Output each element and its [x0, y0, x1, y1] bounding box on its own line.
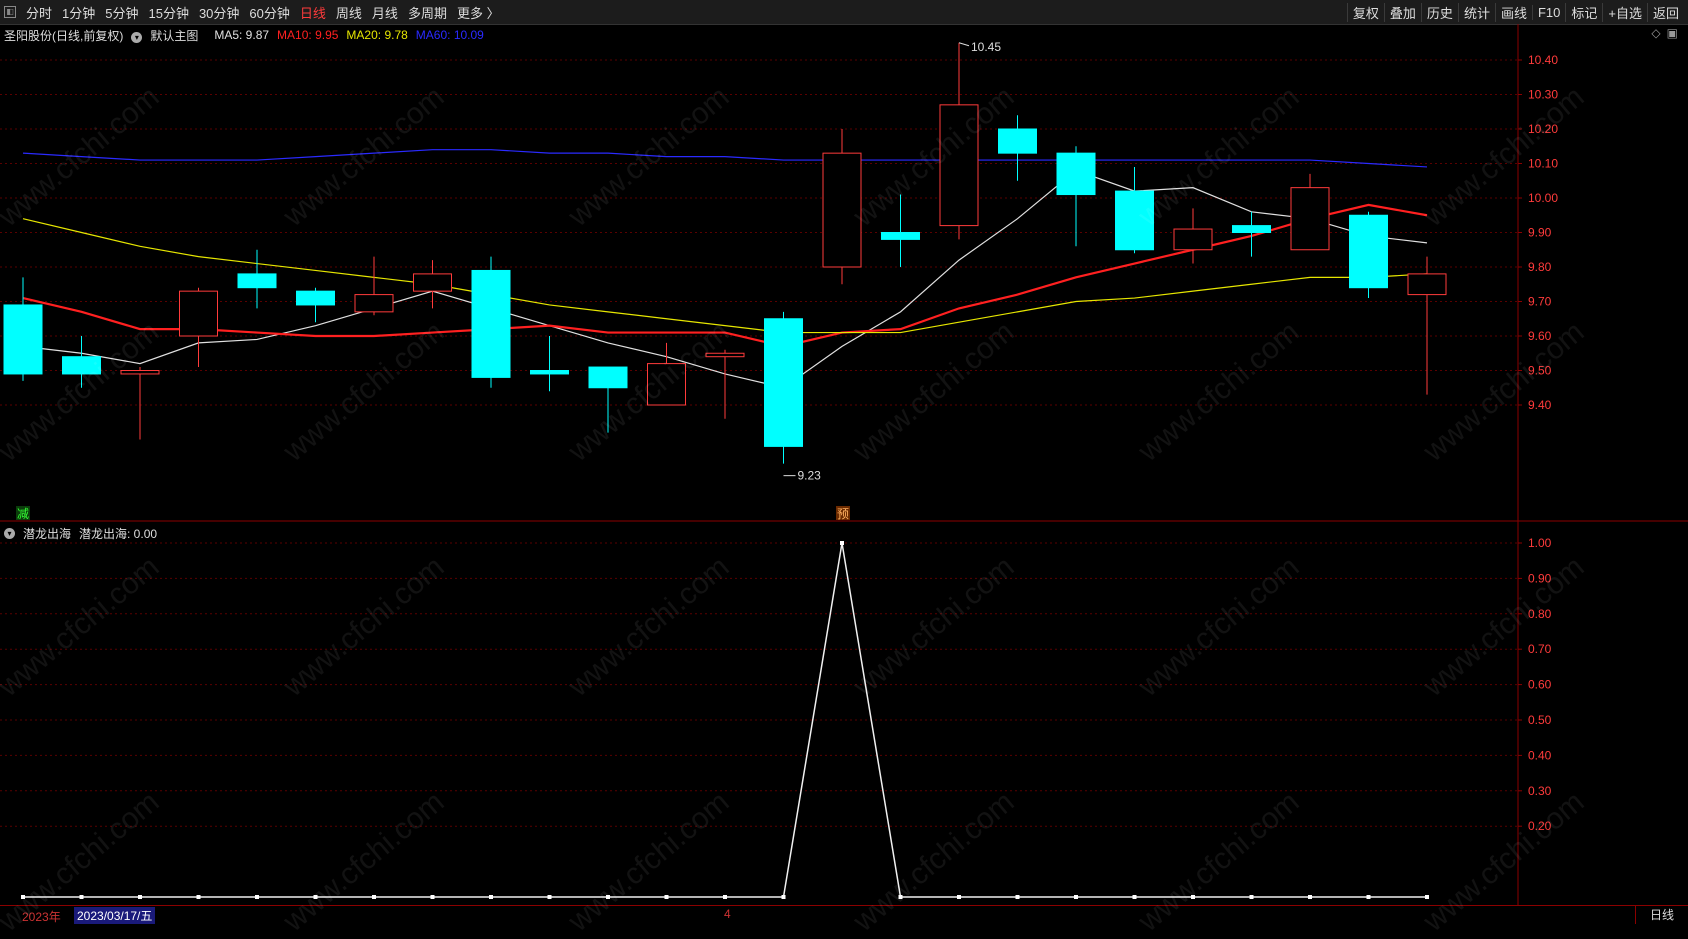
pre-tag: 预: [837, 507, 849, 521]
candle-body: [1290, 187, 1330, 251]
period-label[interactable]: 日线: [1635, 906, 1688, 924]
price-tick-label: 9.80: [1528, 260, 1552, 274]
indicator-tick-label: 0.40: [1528, 748, 1552, 762]
candle-body: [120, 370, 160, 375]
indicator-point: [196, 895, 201, 899]
indicator-tick-label: 0.50: [1528, 713, 1552, 727]
indicator-point: [1191, 895, 1195, 899]
indicator-point: [79, 895, 84, 899]
indicator-point: [21, 895, 25, 899]
candle-body: [1173, 228, 1213, 251]
indicator-point: [1074, 895, 1078, 899]
candle-body: [471, 269, 511, 378]
candle-body: [237, 273, 277, 289]
price-tick-label: 9.70: [1528, 295, 1552, 309]
candle-body: [881, 232, 920, 240]
price-tick-label: 10.30: [1528, 88, 1558, 102]
indicator-tick-label: 0.20: [1528, 819, 1552, 833]
indicator-point: [840, 541, 844, 545]
low-price-label: 9.23: [798, 469, 822, 483]
indicator-point: [1308, 895, 1312, 899]
ma20-line: [22, 218, 1428, 334]
candle-body: [179, 290, 218, 337]
candle-body: [822, 152, 862, 268]
candle-body: [413, 273, 452, 292]
indicator-tick-label: 1.00: [1528, 536, 1552, 550]
candle-body: [939, 104, 979, 227]
candle-body: [588, 366, 628, 389]
candle-body: [1115, 190, 1154, 251]
price-tick-label: 10.20: [1528, 122, 1558, 136]
price-tick-label: 9.50: [1528, 364, 1552, 378]
time-axis-bar: 2023年 2023/03/17/五 4 日线: [0, 905, 1688, 924]
indicator-point: [547, 895, 552, 899]
indicator-point: [957, 895, 961, 899]
indicator-point: [138, 895, 142, 899]
high-price-label: 10.45: [971, 40, 1001, 54]
indicator-point: [723, 895, 727, 899]
candle-body: [1407, 273, 1447, 296]
price-tick-label: 9.40: [1528, 398, 1552, 412]
price-tick-label: 10.10: [1528, 157, 1558, 171]
price-tick-label: 9.60: [1528, 329, 1552, 343]
indicator-point: [255, 895, 259, 899]
indicator-point: [664, 895, 669, 899]
candle-body: [296, 290, 335, 306]
ma60-line: [22, 149, 1428, 168]
indicator-tick-label: 0.60: [1528, 678, 1552, 692]
price-tick-label: 9.90: [1528, 226, 1552, 240]
candle-body: [998, 128, 1037, 154]
year-label: 2023年: [22, 910, 61, 924]
indicator-tick-label: 0.80: [1528, 607, 1552, 621]
indicator-point: [1249, 895, 1254, 899]
indicator-point: [781, 895, 786, 899]
indicator-point: [606, 895, 610, 899]
cursor-date: 2023/03/17/五: [74, 907, 156, 924]
kline-chart[interactable]: 9.40 9.50 9.60 9.70 9.80 9.90 10.00 10.10 10.20 1…: [0, 0, 1688, 923]
indicator-point: [1366, 895, 1371, 899]
candle-body: [354, 294, 394, 313]
candle-body: [647, 363, 686, 406]
indicator-tick-label: 0.30: [1528, 784, 1552, 798]
indicator-point: [1425, 895, 1429, 899]
price-tick-label: 10.40: [1528, 53, 1558, 67]
candle-body: [62, 356, 101, 375]
indicator-tick-label: 0.70: [1528, 642, 1552, 656]
candle-body: [3, 304, 43, 375]
indicator-point: [898, 895, 903, 899]
candle-body: [1349, 214, 1388, 289]
indicator-point: [313, 895, 318, 899]
reduce-tag: 减: [17, 507, 29, 521]
price-tick-label: 10.00: [1528, 191, 1558, 205]
indicator-point: [1015, 895, 1020, 899]
month-mark: 4: [724, 907, 731, 921]
indicator-tick-label: 0.90: [1528, 571, 1552, 585]
candle-body: [530, 370, 569, 375]
candle-body: [705, 352, 745, 358]
candle-body: [1232, 225, 1271, 234]
indicator-point: [1132, 895, 1137, 899]
indicator-point: [489, 895, 493, 899]
candle-body: [764, 318, 803, 447]
indicator-point: [372, 895, 376, 899]
indicator-point: [430, 895, 435, 899]
candle-body: [1056, 152, 1096, 196]
high-marker-line: [958, 42, 970, 47]
